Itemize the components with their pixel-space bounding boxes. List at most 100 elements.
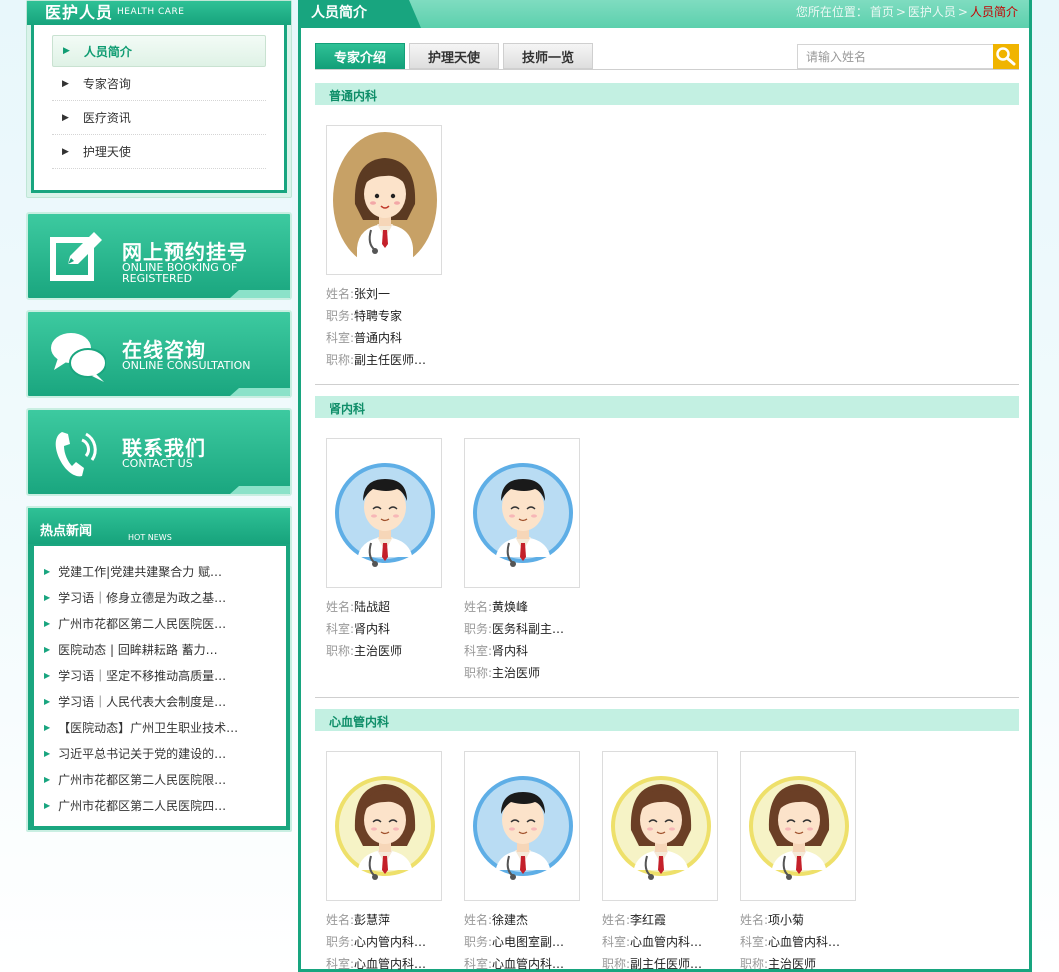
info-key: 科室: xyxy=(326,331,355,345)
info-key: 科室: xyxy=(740,935,769,949)
info-value: 心血管内科… xyxy=(492,957,565,971)
category-panel: 医护人员 HEALTH CARE ▶ 人员简介 ▶ 专家咨询 ▶ 医疗资讯 ▶ 护理天使 xyxy=(26,0,292,198)
chat-bubbles-icon xyxy=(51,333,106,382)
doctor-photo[interactable] xyxy=(326,751,442,901)
doctor-avatar-icon xyxy=(473,776,573,880)
info-value: 陆战超 xyxy=(354,600,391,614)
news-item-title: 学习语｜人民代表大会制度是… xyxy=(58,694,227,709)
doctor-photo[interactable] xyxy=(464,438,580,588)
category-item-label: 医疗资讯 xyxy=(82,111,131,125)
breadcrumb: 您所在位置： 首页 > 医护人员 > 人员简介 xyxy=(795,3,1019,20)
doctor-info: 姓名:黄焕峰 职务:医务科副主… 科室:肾内科 职称:主治医师 xyxy=(464,596,580,684)
main-header: 人员简介 您所在位置： 首页 > 医护人员 > 人员简介 xyxy=(301,0,1029,28)
news-item[interactable]: ▶ 学习语｜修身立德是为政之基… xyxy=(44,584,286,610)
doctor-photo[interactable] xyxy=(326,125,442,275)
doctor-info-rank: 职称:副主任医师… xyxy=(326,349,442,371)
info-key: 姓名: xyxy=(740,913,769,927)
news-item-title: 广州市花都区第二人民医院限… xyxy=(58,772,227,787)
chevron-right-icon: ▶ xyxy=(63,46,70,56)
news-item[interactable]: ▶ 医院动态 | 回眸耕耘路 蓄力… xyxy=(44,636,286,662)
doctor-card[interactable]: 姓名:张刘一 职务:特聘专家 科室:普通内科 职称:副主任医师… xyxy=(326,125,442,371)
online-booking-button[interactable]: 网上预约挂号 ONLINE BOOKING OF REGISTERED xyxy=(26,212,292,300)
doctor-info-dept: 科室:肾内科 xyxy=(464,640,580,662)
info-value: 心血管内科… xyxy=(768,935,841,949)
info-value: 主治医师 xyxy=(492,666,541,680)
doctor-card[interactable]: 姓名:陆战超 科室:肾内科 职称:主治医师 xyxy=(326,438,442,662)
bullet-icon: ▶ xyxy=(44,696,51,706)
breadcrumb-item[interactable]: 人员简介 xyxy=(970,5,1018,19)
doctor-card[interactable]: 姓名:黄焕峰 职务:医务科副主… 科室:肾内科 职称:主治医师 xyxy=(464,438,580,684)
doctor-photo[interactable] xyxy=(602,751,718,901)
news-item[interactable]: ▶ 学习语｜人民代表大会制度是… xyxy=(44,688,286,714)
tab-0[interactable]: 专家介绍 xyxy=(315,43,405,69)
bullet-icon: ▶ xyxy=(44,592,51,602)
info-value: 肾内科 xyxy=(354,622,391,636)
online-consultation-button[interactable]: 在线咨询 ONLINE CONSULTATION xyxy=(26,310,292,398)
doctor-section: 肾内科 姓名:陆战超 科室:肾内科 职称:主治医师 姓名:黄焕峰 职务:医务科副主… 科室:… xyxy=(315,396,1019,680)
info-value: 张刘一 xyxy=(354,287,391,301)
news-item[interactable]: ▶ 习近平总书记关于党的建设的… xyxy=(44,740,286,766)
section-divider xyxy=(315,697,1019,698)
category-item[interactable]: ▶ 医疗资讯 xyxy=(52,101,266,135)
doctor-photo[interactable] xyxy=(326,438,442,588)
doctor-info-name: 姓名:陆战超 xyxy=(326,596,442,618)
tab-1[interactable]: 护理天使 xyxy=(409,43,499,69)
doctor-info-rank: 职称:副主任医师… xyxy=(602,953,718,972)
page-title: 人员简介 xyxy=(301,0,421,28)
category-item[interactable]: ▶ 护理天使 xyxy=(52,135,266,169)
info-key: 姓名: xyxy=(326,913,355,927)
doctor-info-dept: 科室:心血管内科… xyxy=(464,953,580,972)
doctor-info-name: 姓名:徐建杰 xyxy=(464,909,580,931)
breadcrumb-item[interactable]: 医护人员 xyxy=(908,5,956,19)
section-title: 肾内科 xyxy=(315,396,1019,418)
hot-news-title: 热点新闻 xyxy=(40,524,93,539)
news-item[interactable]: ▶ 学习语｜坚定不移推动高质量… xyxy=(44,662,286,688)
doctor-info: 姓名:陆战超 科室:肾内科 职称:主治医师 xyxy=(326,596,442,662)
info-key: 科室: xyxy=(602,935,631,949)
tab-2[interactable]: 技师一览 xyxy=(503,43,593,69)
doctor-photo[interactable] xyxy=(464,751,580,901)
doctor-info-name: 姓名:张刘一 xyxy=(326,283,442,305)
info-key: 科室: xyxy=(326,622,355,636)
doctor-card[interactable]: 姓名:项小菊 科室:心血管内科… 职称:主治医师 xyxy=(740,751,856,972)
doctor-info: 姓名:张刘一 职务:特聘专家 科室:普通内科 职称:副主任医师… xyxy=(326,283,442,371)
bullet-icon: ▶ xyxy=(44,670,51,680)
tab-bar: 专家介绍 护理天使 技师一览 xyxy=(315,43,593,69)
search-input[interactable] xyxy=(798,45,988,68)
category-item-label: 专家咨询 xyxy=(82,77,131,91)
breadcrumb-separator: > xyxy=(957,5,968,19)
info-key: 职称: xyxy=(602,957,631,971)
search-button[interactable] xyxy=(993,44,1019,69)
info-value: 彭慧萍 xyxy=(354,913,391,927)
search-box xyxy=(797,44,1019,69)
doctor-photo[interactable] xyxy=(740,751,856,901)
section-title: 普通内科 xyxy=(315,83,1019,105)
doctor-card[interactable]: 姓名:彭慧萍 职务:心内管内科… 科室:心血管内科… xyxy=(326,751,442,972)
news-item[interactable]: ▶ 广州市花都区第二人民医院四… xyxy=(44,792,286,818)
bullet-icon: ▶ xyxy=(44,722,51,732)
doctor-section: 普通内科 姓名:张刘一 职务:特聘专家 科室:普通内科 职称:副主任医师… xyxy=(315,83,1019,367)
category-item[interactable]: ▶ 人员简介 xyxy=(52,35,266,67)
info-value: 项小菊 xyxy=(768,913,805,927)
doctor-info-dept: 科室:心血管内科… xyxy=(326,953,442,972)
doctor-card[interactable]: 姓名:徐建杰 职务:心电图室副… 科室:心血管内科… xyxy=(464,751,580,972)
news-item[interactable]: ▶ 广州市花都区第二人民医院限… xyxy=(44,766,286,792)
doctor-info-name: 姓名:彭慧萍 xyxy=(326,909,442,931)
info-value: 主治医师 xyxy=(768,957,817,971)
chevron-right-icon: ▶ xyxy=(62,146,69,157)
bullet-icon: ▶ xyxy=(44,618,51,628)
info-key: 姓名: xyxy=(326,287,355,301)
doctor-card[interactable]: 姓名:李红霞 科室:心血管内科… 职称:副主任医师… xyxy=(602,751,718,972)
breadcrumb-separator: > xyxy=(895,5,906,19)
doctor-info: 姓名:徐建杰 职务:心电图室副… 科室:心血管内科… xyxy=(464,909,580,972)
doctor-section: 心血管内科 姓名:彭慧萍 职务:心内管内科… 科室:心血管内科… 姓名:徐建杰 职务:心电… xyxy=(315,709,1019,971)
category-item[interactable]: ▶ 专家咨询 xyxy=(52,67,266,101)
contact-us-button[interactable]: 联系我们 CONTACT US xyxy=(26,408,292,496)
doctor-info-dept: 科室:肾内科 xyxy=(326,618,442,640)
info-value: 心电图室副… xyxy=(492,935,565,949)
news-item[interactable]: ▶ 【医院动态】广州卫生职业技术… xyxy=(44,714,286,740)
section-divider xyxy=(315,384,1019,385)
news-item[interactable]: ▶ 广州市花都区第二人民医院医… xyxy=(44,610,286,636)
breadcrumb-item[interactable]: 首页 xyxy=(870,5,894,19)
news-item[interactable]: ▶ 党建工作|党建共建聚合力 赋… xyxy=(44,558,286,584)
